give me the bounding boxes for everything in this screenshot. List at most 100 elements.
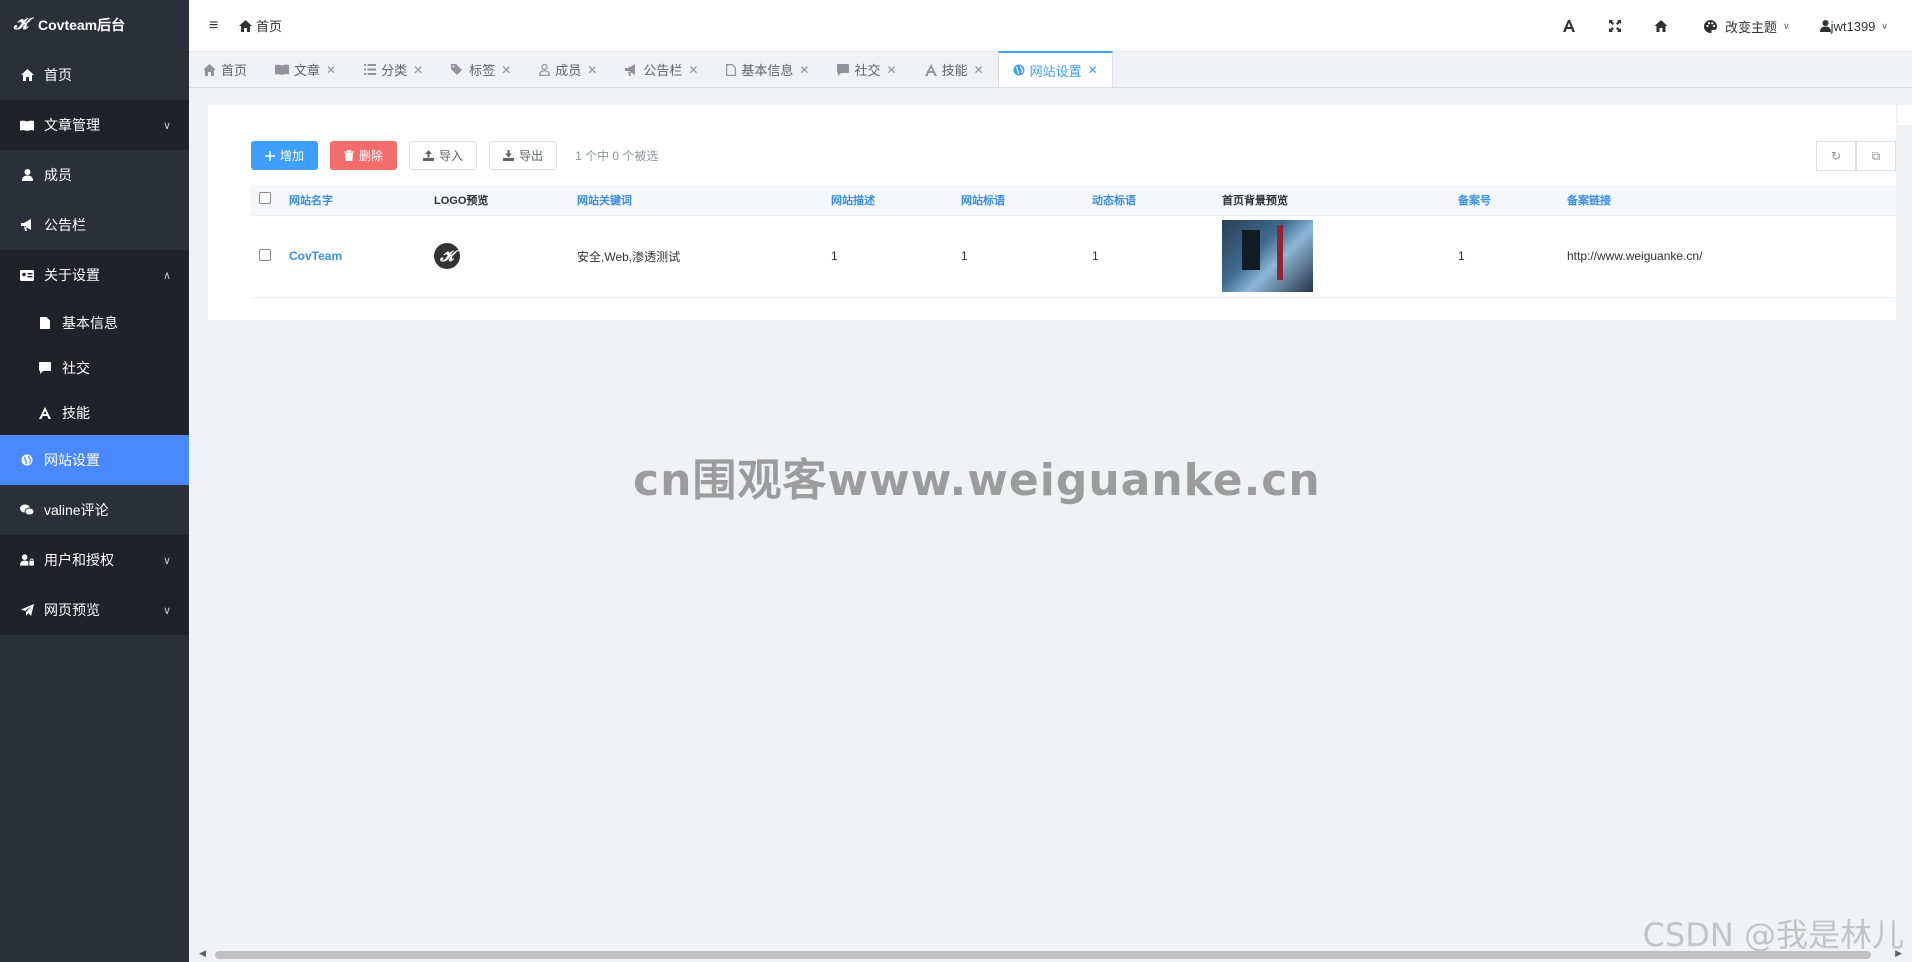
book-icon: [275, 64, 290, 75]
tab-tags[interactable]: 标签 ✕: [437, 52, 525, 87]
tab-label: 公告栏: [643, 63, 683, 78]
sidebar: 𝓚 Covteam后台 首页 文章管理 ∨ 成员 公告栏 关于设置 ∧ 基本信息…: [0, 0, 189, 962]
sidebar-item-article-manage[interactable]: 文章管理 ∨: [0, 100, 189, 150]
tab-members[interactable]: 成员 ✕: [525, 52, 611, 87]
sidebar-item-notice[interactable]: 公告栏: [0, 200, 189, 250]
sidebar-item-users-auth[interactable]: 用户和授权 ∨: [0, 535, 189, 585]
cell-dynamic-slogan: 1: [1092, 215, 1222, 298]
tab-skills[interactable]: 技能 ✕: [911, 52, 998, 87]
user-lock-icon: [20, 553, 34, 567]
tab-label: 分类: [381, 63, 408, 78]
logo-preview-image: 𝓚: [434, 243, 460, 269]
import-button[interactable]: 导入: [409, 141, 478, 170]
sidebar-item-label: 首页: [44, 67, 72, 83]
table-header-row: 网站名字 LOGO预览 网站关键词 网站描述 网站标语 动态标语 首页背景预览 …: [251, 185, 1896, 216]
tab-social[interactable]: 社交 ✕: [823, 52, 910, 87]
export-button[interactable]: 导出: [489, 141, 558, 170]
close-icon[interactable]: ✕: [688, 63, 698, 77]
close-icon[interactable]: ✕: [1088, 63, 1098, 77]
app-logo[interactable]: 𝓚 Covteam后台: [0, 0, 189, 50]
sidebar-item-label: 关于设置: [44, 267, 100, 283]
row-checkbox[interactable]: [259, 248, 271, 261]
home-icon: [239, 19, 252, 32]
col-record-no[interactable]: 备案号: [1458, 185, 1567, 216]
tab-bar: 首页 文章 ✕ 分类 ✕ 标签 ✕ 成员 ✕ 公告栏 ✕ 基本信息 ✕ 社交 ✕ 技能 ✕ 网站…: [189, 51, 1912, 88]
sidebar-item-members[interactable]: 成员: [0, 150, 189, 200]
hamburger-menu-icon[interactable]: ≡: [209, 17, 223, 35]
select-all-checkbox[interactable]: [259, 192, 271, 205]
scrollbar-thumb[interactable]: [215, 951, 1871, 959]
col-site-description[interactable]: 网站描述: [831, 185, 961, 216]
col-site-slogan[interactable]: 网站标语: [961, 185, 1092, 216]
fullscreen-icon[interactable]: [1592, 0, 1638, 52]
plus-icon: [265, 150, 275, 161]
scroll-left-icon[interactable]: ◀: [199, 948, 206, 959]
theme-switcher[interactable]: 改变主题 ∨: [1684, 17, 1810, 36]
tab-notice[interactable]: 公告栏 ✕: [611, 52, 712, 87]
id-card-icon: [20, 268, 34, 282]
sidebar-item-web-preview[interactable]: 网页预览 ∨: [0, 585, 189, 635]
user-menu[interactable]: jwt1399 ∨: [1810, 19, 1912, 34]
site-name-link[interactable]: CovTeam: [289, 249, 342, 263]
add-button[interactable]: 增加: [251, 141, 319, 170]
export-view-button[interactable]: ⧉: [1856, 141, 1896, 171]
sidebar-item-skills[interactable]: 技能: [0, 390, 189, 435]
table-row: CovTeam 𝓚 安全,Web,渗透测试 1 1 1 1 http://www…: [251, 215, 1896, 298]
close-icon[interactable]: ✕: [799, 63, 809, 77]
tab-article[interactable]: 文章 ✕: [261, 52, 350, 87]
sidebar-item-label: 成员: [44, 167, 72, 183]
vertical-scrollbar[interactable]: [1898, 105, 1912, 125]
file-icon: [726, 63, 737, 76]
col-site-name[interactable]: 网站名字: [289, 185, 434, 216]
sidebar-item-label: 用户和授权: [44, 552, 114, 568]
tab-category[interactable]: 分类 ✕: [350, 52, 437, 87]
delete-button[interactable]: 删除: [330, 141, 398, 170]
refresh-button[interactable]: ↻: [1816, 141, 1856, 171]
cell-record-no: 1: [1458, 215, 1567, 298]
globe-icon: [20, 453, 34, 467]
cell-bg-preview: [1222, 215, 1458, 298]
font-size-icon[interactable]: [1546, 0, 1592, 52]
home-link-icon[interactable]: [1638, 0, 1684, 52]
sidebar-item-basic-info[interactable]: 基本信息: [0, 300, 189, 345]
col-record-link[interactable]: 备案链接: [1567, 185, 1896, 216]
breadcrumb-home[interactable]: 首页: [256, 16, 282, 35]
refresh-icon: ↻: [1830, 149, 1842, 163]
comment-icon: [837, 63, 850, 76]
close-icon[interactable]: ✕: [587, 63, 597, 77]
sidebar-item-social[interactable]: 社交: [0, 345, 189, 390]
cell-site-name: CovTeam: [289, 215, 434, 298]
horizontal-scrollbar[interactable]: ◀ ▶: [199, 948, 1902, 960]
close-icon[interactable]: ✕: [413, 63, 423, 77]
sidebar-item-about-settings[interactable]: 关于设置 ∧: [0, 250, 189, 300]
breadcrumb: 首页: [239, 16, 282, 35]
tab-label: 文章: [294, 63, 321, 78]
col-bg-preview: 首页背景预览: [1222, 185, 1458, 216]
file-icon: [38, 316, 52, 330]
comment-icon: [38, 361, 52, 375]
col-logo-preview: LOGO预览: [434, 185, 577, 216]
user-icon: [20, 168, 34, 182]
close-icon[interactable]: ✕: [501, 63, 511, 77]
close-icon[interactable]: ✕: [974, 63, 984, 77]
delete-button-label: 删除: [359, 149, 384, 163]
scroll-right-icon[interactable]: ▶: [1895, 948, 1902, 959]
download-icon: [503, 150, 515, 161]
close-icon[interactable]: ✕: [887, 63, 897, 77]
col-site-keywords[interactable]: 网站关键词: [577, 185, 831, 216]
tab-home[interactable]: 首页: [189, 52, 261, 87]
sidebar-item-home[interactable]: 首页: [0, 50, 189, 100]
cell-logo-preview: 𝓚: [434, 215, 577, 298]
tab-site-settings[interactable]: 网站设置 ✕: [997, 51, 1113, 87]
sidebar-item-site-settings[interactable]: 网站设置: [0, 435, 189, 485]
tab-basic-info[interactable]: 基本信息 ✕: [712, 52, 823, 87]
chevron-down-icon: ∨: [162, 604, 171, 617]
cell-slogan: 1: [961, 215, 1092, 298]
col-dynamic-slogan[interactable]: 动态标语: [1092, 185, 1222, 216]
home-icon: [20, 68, 34, 82]
table-tools: ↻ ⧉: [1816, 141, 1896, 171]
close-icon[interactable]: ✕: [326, 63, 336, 77]
skill-icon: [924, 63, 937, 76]
sidebar-item-valine-comments[interactable]: valine评论: [0, 485, 189, 535]
sidebar-item-label: 基本信息: [62, 314, 118, 331]
